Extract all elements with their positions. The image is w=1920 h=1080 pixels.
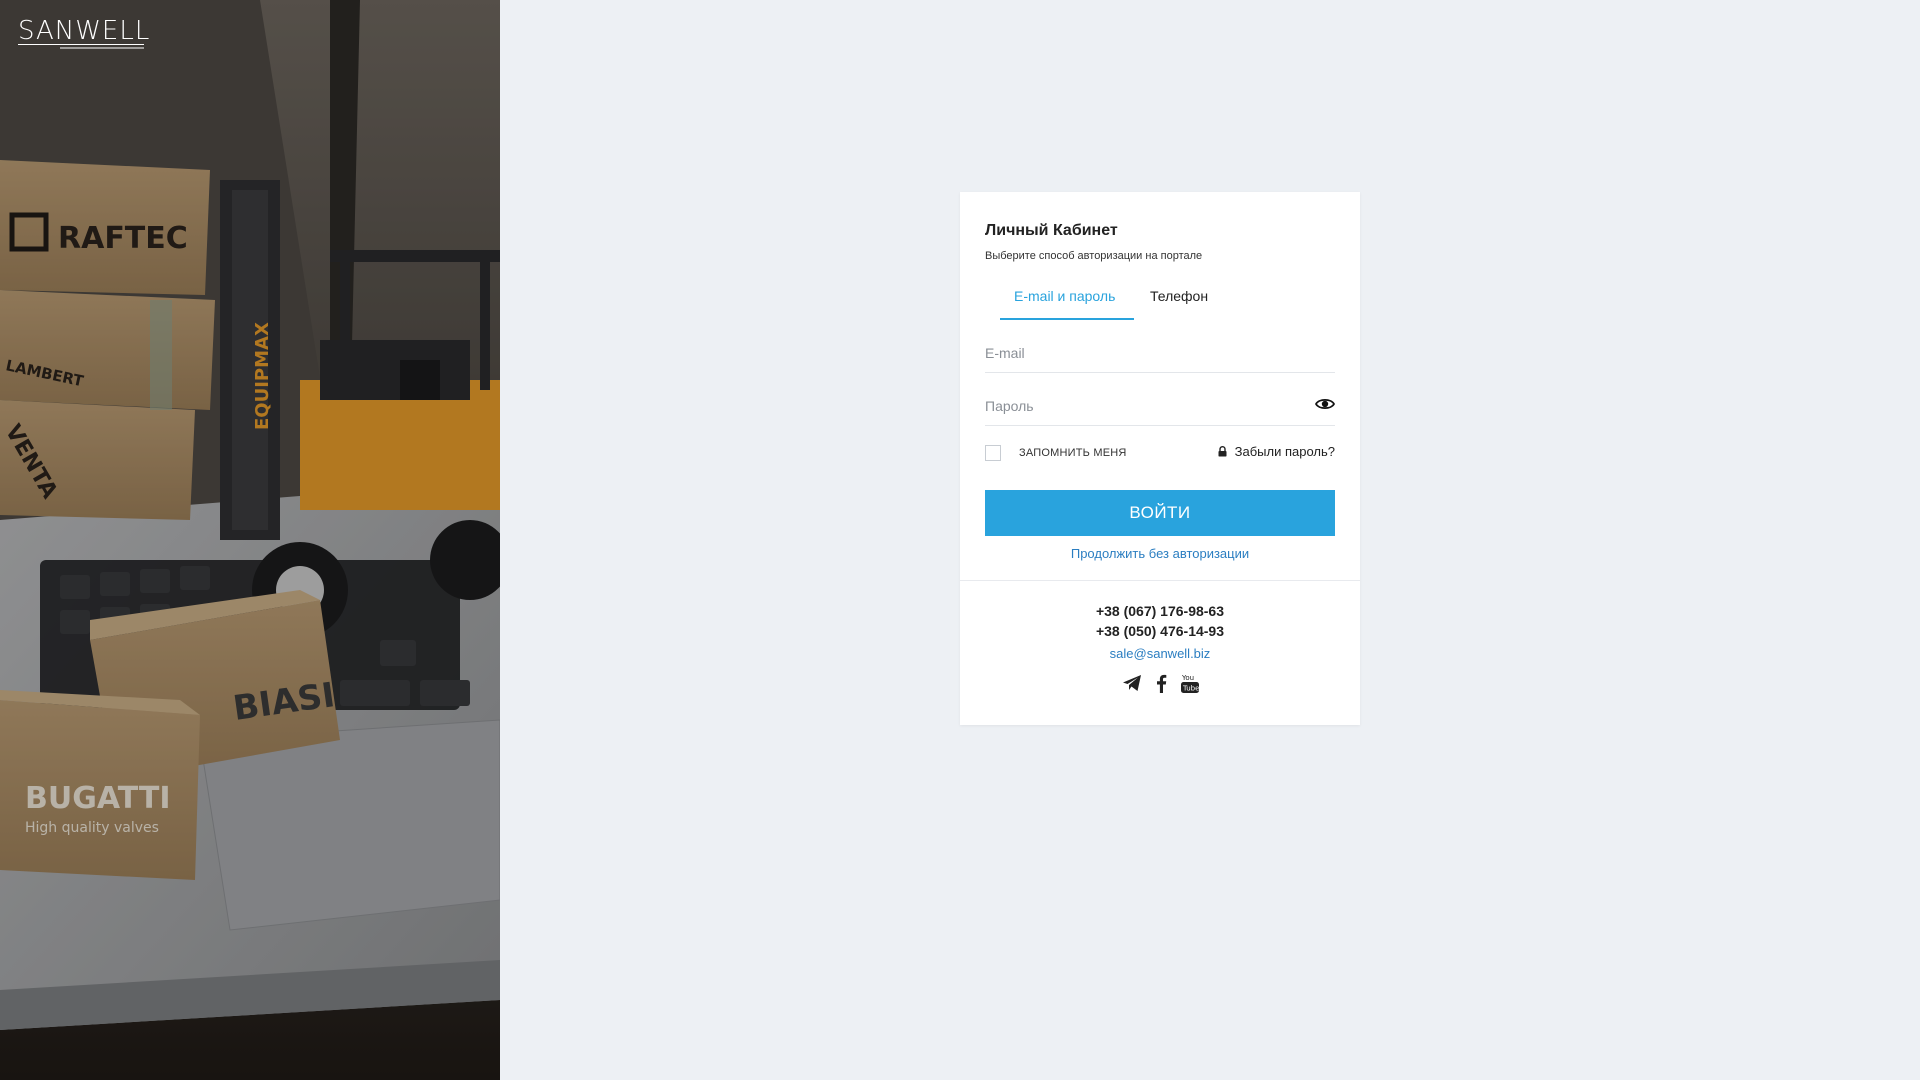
eye-icon[interactable]	[1315, 397, 1335, 411]
remember-label: ЗАПОМНИТЬ МЕНЯ	[1019, 447, 1127, 459]
auth-tabs: E-mail и пароль Телефон	[1000, 288, 1400, 320]
svg-text:You: You	[1181, 674, 1194, 682]
password-field	[985, 386, 1335, 426]
active-tab-indicator	[1000, 318, 1134, 320]
phone-secondary[interactable]: +38 (050) 476-14-93	[960, 621, 1360, 641]
remember-me: ЗАПОМНИТЬ МЕНЯ	[985, 445, 1127, 461]
contacts-block: +38 (067) 176-98-63 +38 (050) 476-14-93 …	[960, 601, 1360, 698]
card-divider	[960, 580, 1360, 581]
email-input[interactable]	[985, 333, 1335, 372]
password-input[interactable]	[985, 386, 1335, 425]
login-form: Личный Кабинет Выберите способ авторизац…	[960, 192, 1360, 725]
card-title: Личный Кабинет	[985, 222, 1118, 239]
social-links: You Tube	[960, 673, 1360, 698]
svg-text:Tube: Tube	[1182, 685, 1199, 693]
hero-image: RAFTEC LAMBERT VENTA BIASI BUGATTI High …	[0, 0, 500, 1080]
forgot-password-label: Забыли пароль?	[1234, 444, 1335, 459]
login-button[interactable]: ВОЙТИ	[985, 490, 1335, 536]
tab-email-password[interactable]: E-mail и пароль	[1014, 288, 1115, 304]
logo-underline	[18, 44, 144, 45]
email-field	[985, 333, 1335, 373]
forgot-password-link[interactable]: Забыли пароль?	[1218, 444, 1335, 459]
phone-primary[interactable]: +38 (067) 176-98-63	[960, 601, 1360, 621]
facebook-icon[interactable]	[1156, 674, 1167, 698]
hero-illustration: RAFTEC LAMBERT VENTA BIASI BUGATTI High …	[0, 0, 500, 1080]
logo-tagline	[60, 47, 144, 49]
continue-without-auth-link[interactable]: Продолжить без авторизации	[960, 546, 1360, 561]
contact-email-link[interactable]: sale@sanwell.biz	[1110, 646, 1211, 661]
lock-icon	[1218, 446, 1227, 457]
telegram-icon[interactable]	[1122, 674, 1142, 697]
remember-checkbox[interactable]	[985, 445, 1001, 461]
card-subtitle: Выберите способ авторизации на портале	[985, 250, 1203, 262]
tab-phone[interactable]: Телефон	[1150, 288, 1208, 304]
sanwell-logo[interactable]: SANWELL	[18, 16, 150, 46]
youtube-icon[interactable]: You Tube	[1180, 673, 1199, 698]
